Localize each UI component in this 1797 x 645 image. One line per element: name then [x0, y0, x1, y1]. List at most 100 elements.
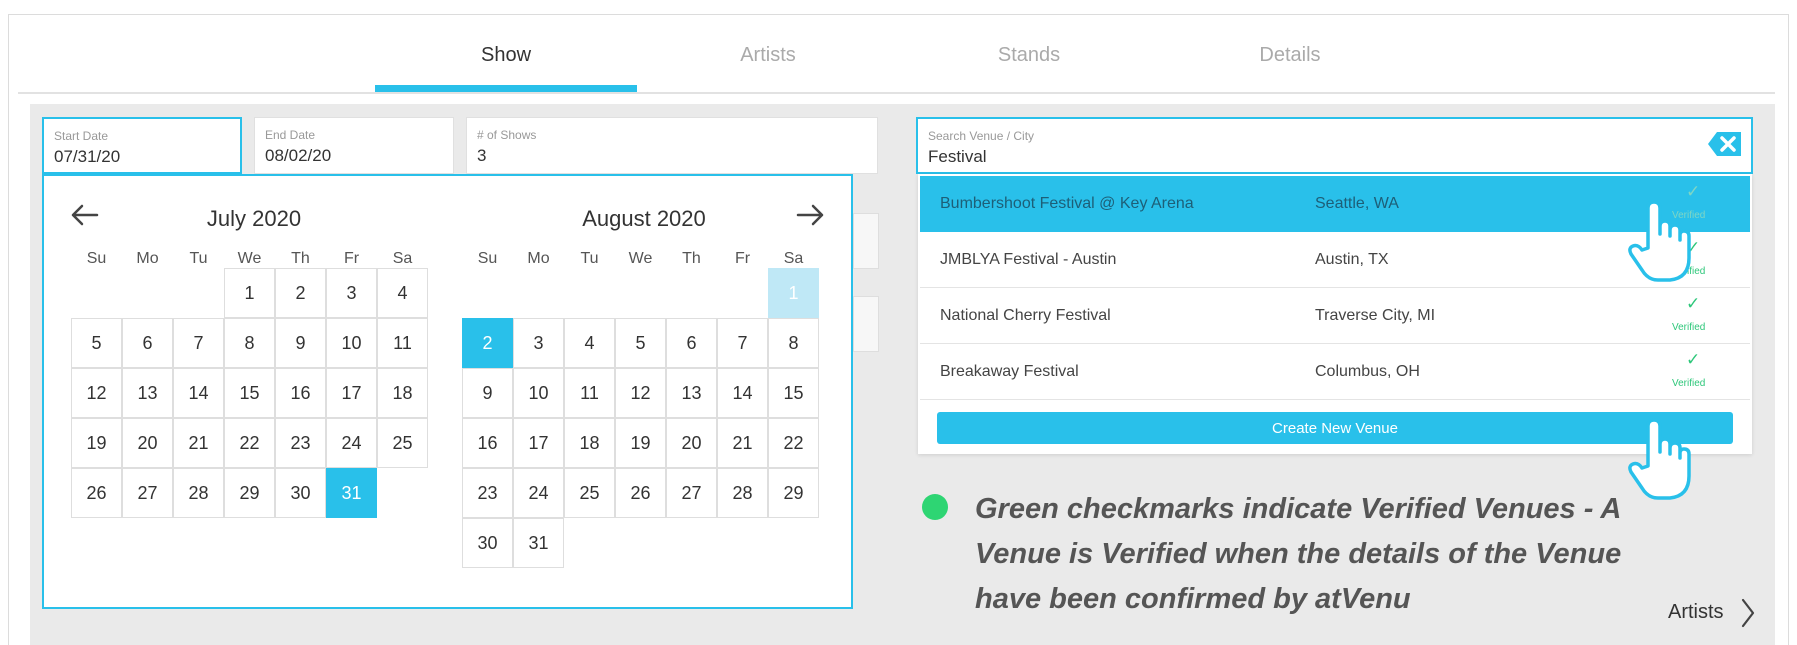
venue-search-label: Search Venue / City	[928, 129, 1035, 143]
calendar-day[interactable]: 20	[666, 418, 717, 468]
calendar-day[interactable]: 18	[377, 368, 428, 418]
arrow-left-icon[interactable]	[69, 203, 99, 227]
weekday-header: Fr	[343, 250, 360, 267]
calendar-day[interactable]: 16	[462, 418, 513, 468]
calendar-day[interactable]: 2	[462, 318, 513, 368]
venue-result-row[interactable]: National Cherry Festival Traverse City, M…	[920, 288, 1750, 344]
calendar-day[interactable]: 24	[513, 468, 564, 518]
calendar-day[interactable]: 23	[275, 418, 326, 468]
calendar-day[interactable]: 29	[224, 468, 275, 518]
verified-note: Green checkmarks indicate Verified Venue…	[975, 493, 1622, 615]
end-date-label: End Date	[265, 128, 316, 142]
end-date-field[interactable]: End Date 08/02/20	[254, 117, 454, 174]
calendar-day[interactable]: 20	[122, 418, 173, 468]
weekday-header: Tu	[580, 250, 599, 267]
num-shows-field[interactable]: # of Shows 3	[466, 117, 878, 174]
calendar-day[interactable]: 6	[666, 318, 717, 368]
calendar-day[interactable]: 27	[122, 468, 173, 518]
pointer-hand-icon	[1628, 200, 1691, 282]
weekday-header: Mo	[136, 250, 159, 267]
calendar-day[interactable]: 29	[768, 468, 819, 518]
venue-result-row[interactable]: JMBLYA Festival - Austin Austin, TX ✓ Verif…	[920, 232, 1750, 288]
calendar-day[interactable]: 11	[564, 368, 615, 418]
calendar-day[interactable]: 10	[326, 318, 377, 368]
calendar-day[interactable]: 25	[564, 468, 615, 518]
calendar-day[interactable]: 22	[224, 418, 275, 468]
calendar-day[interactable]: 3	[326, 268, 377, 318]
venue-result-row[interactable]: Breakaway Festival Columbus, OH ✓ Verified	[920, 344, 1750, 400]
calendar-day[interactable]: 23	[462, 468, 513, 518]
calendar-day[interactable]: 22	[768, 418, 819, 468]
weekday-header: Mo	[527, 250, 550, 267]
calendar-day[interactable]: 12	[615, 368, 666, 418]
calendar-day[interactable]: 13	[122, 368, 173, 418]
calendar-day[interactable]: 15	[224, 368, 275, 418]
calendar-day[interactable]: 16	[275, 368, 326, 418]
calendar-day[interactable]: 24	[326, 418, 377, 468]
tab-show[interactable]: Show	[375, 44, 637, 67]
calendar-day[interactable]: 14	[173, 368, 224, 418]
calendar-day[interactable]: 5	[615, 318, 666, 368]
calendar-day[interactable]: 17	[326, 368, 377, 418]
venue-name: JMBLYA Festival - Austin	[940, 251, 1117, 268]
calendar-day[interactable]: 1	[768, 268, 819, 318]
calendar-day[interactable]: 25	[377, 418, 428, 468]
calendar-day[interactable]: 4	[377, 268, 428, 318]
calendar-day[interactable]: 7	[173, 318, 224, 368]
calendar-day[interactable]: 21	[173, 418, 224, 468]
num-shows-value: 3	[477, 146, 487, 165]
calendar-day[interactable]: 28	[173, 468, 224, 518]
calendar-day[interactable]: 3	[513, 318, 564, 368]
clear-input-icon[interactable]	[1707, 130, 1743, 158]
calendar-day[interactable]: 4	[564, 318, 615, 368]
calendar-day[interactable]: 1	[224, 268, 275, 318]
chevron-right-icon[interactable]	[1740, 596, 1756, 630]
calendar-day[interactable]: 14	[717, 368, 768, 418]
calendar-day[interactable]: 28	[717, 468, 768, 518]
calendar-day[interactable]: 7	[717, 318, 768, 368]
calendar-day[interactable]: 10	[513, 368, 564, 418]
start-date-field[interactable]: Start Date 07/31/20	[42, 117, 242, 174]
calendar-day[interactable]: 15	[768, 368, 819, 418]
weekday-header: We	[237, 250, 262, 267]
venue-result-row[interactable]: Bumbershoot Festival @ Key Arena Seattle,…	[920, 176, 1750, 232]
weekday-header: Su	[477, 250, 498, 267]
calendar-day[interactable]: 6	[122, 318, 173, 368]
venue-search-input[interactable]: Search Venue / City Festival	[916, 117, 1753, 174]
calendar-day[interactable]: 19	[71, 418, 122, 468]
next-artists-link[interactable]: Artists	[1668, 601, 1724, 624]
calendar-day[interactable]: 27	[666, 468, 717, 518]
verified-badge: Verified	[1672, 378, 1706, 389]
calendar-day[interactable]: 26	[615, 468, 666, 518]
weekday-header: Th	[291, 250, 310, 267]
tab-artists[interactable]: Artists	[637, 44, 899, 67]
create-venue-button[interactable]: Create New Venue	[937, 412, 1733, 444]
date-picker: July 2020 August 2020 Su Mo Tu We Th Fr Sa 1 2 3 4…	[42, 174, 853, 609]
weekday-header: Fr	[734, 250, 751, 267]
calendar-day[interactable]: 21	[717, 418, 768, 468]
calendar-day[interactable]: 11	[377, 318, 428, 368]
venue-city: Traverse City, MI	[1315, 307, 1436, 324]
num-shows-label: # of Shows	[477, 128, 537, 142]
arrow-right-icon[interactable]	[796, 203, 826, 227]
calendar-day[interactable]: 31	[326, 468, 377, 518]
tab-stands[interactable]: Stands	[898, 44, 1160, 67]
calendar-day[interactable]: 9	[275, 318, 326, 368]
calendar-day[interactable]: 18	[564, 418, 615, 468]
calendar-day[interactable]: 2	[275, 268, 326, 318]
calendar-day[interactable]: 30	[275, 468, 326, 518]
calendar-day[interactable]: 13	[666, 368, 717, 418]
calendar-day[interactable]: 8	[224, 318, 275, 368]
calendar-day[interactable]: 9	[462, 368, 513, 418]
calendar-day[interactable]: 17	[513, 418, 564, 468]
weekday-header: Sa	[392, 250, 413, 267]
calendar-day[interactable]: 12	[71, 368, 122, 418]
venue-name: Breakaway Festival	[940, 363, 1079, 380]
calendar-day[interactable]: 26	[71, 468, 122, 518]
calendar-day[interactable]: 8	[768, 318, 819, 368]
tab-details[interactable]: Details	[1159, 44, 1421, 67]
calendar-day[interactable]: 31	[513, 518, 564, 568]
calendar-day[interactable]: 5	[71, 318, 122, 368]
calendar-day[interactable]: 19	[615, 418, 666, 468]
calendar-day[interactable]: 30	[462, 518, 513, 568]
